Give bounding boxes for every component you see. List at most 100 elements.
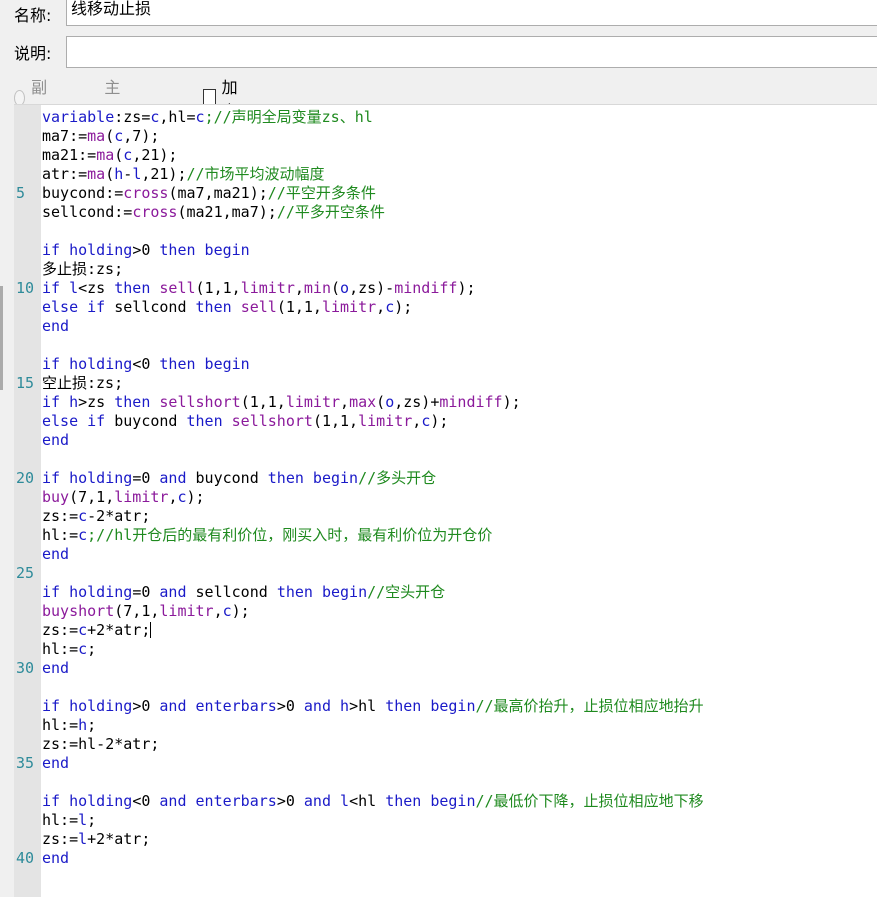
code-token: buy: [42, 488, 70, 506]
code-line[interactable]: atr:=ma(h-l,21);//市场平均波动幅度: [14, 165, 877, 184]
code-line[interactable]: [14, 336, 877, 355]
code-token: +2*atr;: [87, 830, 151, 848]
description-input[interactable]: [66, 36, 877, 68]
code-area[interactable]: variable:zs=c,hl=c;//声明全局变量zs、hl ma7:=ma(…: [14, 108, 877, 868]
code-line[interactable]: end: [14, 545, 877, 564]
code-token: hl:=: [42, 716, 79, 734]
code-token: +2*atr;: [87, 621, 151, 639]
code-token: max: [349, 393, 377, 411]
line-number: 10: [16, 279, 35, 297]
code-line[interactable]: if holding>0 then begin: [14, 241, 877, 260]
code-text: buyshort(7,1,limitr,c);: [42, 602, 250, 621]
code-line[interactable]: [14, 678, 877, 697]
code-line[interactable]: zs:=c-2*atr;: [14, 507, 877, 526]
name-label: 名称:: [14, 6, 52, 25]
code-line[interactable]: [14, 773, 877, 792]
code-token: sell: [240, 298, 277, 316]
code-token: ,21);: [132, 146, 178, 164]
code-text: ma21:=ma(c,21);: [42, 146, 177, 165]
code-line[interactable]: 40 end: [14, 849, 877, 868]
code-line[interactable]: sellcond:=cross(ma21,ma7);//平多开空条件: [14, 203, 877, 222]
code-line[interactable]: 多止损:zs;: [14, 260, 877, 279]
code-token: end: [42, 849, 70, 867]
code-token: limitr: [321, 298, 377, 316]
code-token: mindiff: [439, 393, 503, 411]
code-token: hl:=: [42, 640, 79, 658]
code-line[interactable]: if holding<0 then begin: [14, 355, 877, 374]
code-line[interactable]: hl:=l;: [14, 811, 877, 830]
code-line[interactable]: 35 end: [14, 754, 877, 773]
code-token: //平多开空条件: [276, 203, 385, 221]
code-token: c: [78, 640, 88, 658]
code-token: sellcond:=: [42, 203, 133, 221]
code-line[interactable]: end: [14, 431, 877, 450]
code-text: end: [42, 659, 69, 678]
code-token: if holding: [42, 583, 133, 601]
code-token: then begin: [159, 241, 250, 259]
code-line[interactable]: if holding>0 and enterbars>0 and h>hl th…: [14, 697, 877, 716]
code-token: >0: [132, 241, 160, 259]
code-line[interactable]: if h>zs then sellshort(1,1,limitr,max(o,…: [14, 393, 877, 412]
code-token: //最低价下降，止损位相应地下移: [475, 792, 704, 810]
code-line[interactable]: [14, 450, 877, 469]
code-line[interactable]: hl:=c;//hl开仓后的最有利价位，刚买入时，最有利价位为开仓价: [14, 526, 877, 545]
code-token: ;: [87, 640, 97, 658]
code-token: end: [42, 545, 70, 563]
left-splitter[interactable]: [0, 286, 3, 390]
code-line[interactable]: [14, 222, 877, 241]
code-line[interactable]: end: [14, 317, 877, 336]
code-token: limitr: [240, 279, 295, 297]
code-token: o: [385, 393, 395, 411]
code-line[interactable]: 25: [14, 564, 877, 583]
code-line[interactable]: buy(7,1,limitr,c);: [14, 488, 877, 507]
code-token: then: [114, 393, 151, 411]
code-token: ma21:=: [42, 146, 97, 164]
code-line[interactable]: buyshort(7,1,limitr,c);: [14, 602, 877, 621]
code-token: sellcond: [186, 583, 277, 601]
code-text: if holding>0 and enterbars>0 and h>hl th…: [42, 697, 704, 716]
line-number: 15: [16, 374, 35, 392]
code-token: then: [114, 279, 151, 297]
code-line[interactable]: 15 空止损:zs;: [14, 374, 877, 393]
code-token: //空头开仓: [367, 583, 446, 601]
code-token: ,7);: [123, 127, 160, 145]
code-line[interactable]: 10 if l<zs then sell(1,1,limitr,min(o,zs)…: [14, 279, 877, 298]
code-text: zs:=l+2*atr;: [42, 830, 150, 849]
name-input[interactable]: 线移动止损: [66, 0, 877, 26]
code-line[interactable]: hl:=c;: [14, 640, 877, 659]
code-text: if holding<0 then begin: [42, 355, 250, 374]
code-line[interactable]: if holding=0 and sellcond then begin//空头…: [14, 583, 877, 602]
code-token: cross: [123, 184, 169, 202]
line-number: 40: [16, 849, 35, 867]
code-text: buy(7,1,limitr,c);: [42, 488, 205, 507]
code-line[interactable]: 20 if holding=0 and buycond then begin//多…: [14, 469, 877, 488]
line-number: 30: [16, 659, 35, 677]
code-line[interactable]: variable:zs=c,hl=c;//声明全局变量zs、hl: [14, 108, 877, 127]
code-text: buycond:=cross(ma7,ma21);//平空开多条件: [42, 184, 376, 203]
code-token: ma: [87, 127, 106, 145]
code-line[interactable]: else if buycond then sellshort(1,1,limit…: [14, 412, 877, 431]
code-line[interactable]: hl:=h;: [14, 716, 877, 735]
code-token: >0: [132, 697, 160, 715]
code-token: );: [457, 279, 476, 297]
code-line[interactable]: else if sellcond then sell(1,1,limitr,c)…: [14, 298, 877, 317]
code-editor[interactable]: variable:zs=c,hl=c;//声明全局变量zs、hl ma7:=ma(…: [14, 104, 877, 897]
code-token: if holding: [42, 241, 133, 259]
code-line[interactable]: if holding<0 and enterbars>0 and l<hl th…: [14, 792, 877, 811]
code-line[interactable]: zs:=l+2*atr;: [14, 830, 877, 849]
code-line[interactable]: ma7:=ma(c,7);: [14, 127, 877, 146]
code-token: 空止损:zs;: [42, 374, 124, 392]
code-token: =0: [132, 469, 160, 487]
line-number: 20: [16, 469, 35, 487]
code-line[interactable]: 30 end: [14, 659, 877, 678]
code-token: (: [376, 393, 386, 411]
code-line[interactable]: ma21:=ma(c,21);: [14, 146, 877, 165]
code-token: and: [159, 469, 187, 487]
code-token: );: [502, 393, 521, 411]
code-line[interactable]: zs:=c+2*atr;: [14, 621, 877, 640]
code-line[interactable]: zs:=hl-2*atr;: [14, 735, 877, 754]
code-line[interactable]: 5 buycond:=cross(ma7,ma21);//平空开多条件: [14, 184, 877, 203]
code-text: hl:=c;: [42, 640, 96, 659]
code-token: (: [114, 146, 124, 164]
